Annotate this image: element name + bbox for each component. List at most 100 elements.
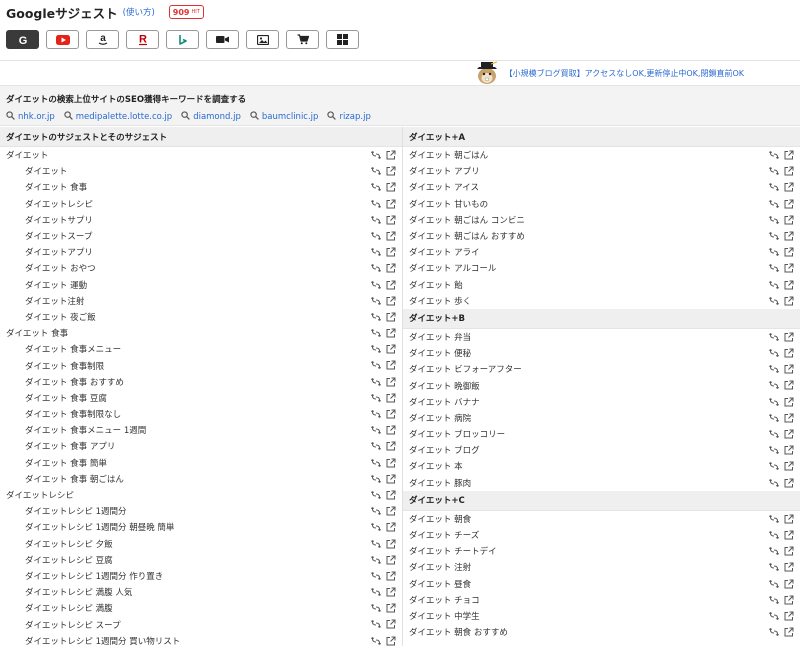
- suggest-keyword[interactable]: ダイエットレシピ 1週間分 買い物リスト: [25, 635, 180, 646]
- suggest-keyword[interactable]: ダイエット 歩く: [409, 295, 471, 307]
- swap-search-icon[interactable]: [371, 199, 381, 209]
- site-link[interactable]: baumclinic.jp: [250, 111, 318, 123]
- suggest-keyword[interactable]: ダイエット 食事メニュー: [25, 343, 121, 355]
- external-link-icon[interactable]: [386, 280, 396, 290]
- suggest-keyword[interactable]: ダイエットレシピ 豆腐: [25, 554, 113, 566]
- swap-search-icon[interactable]: [769, 461, 779, 471]
- suggest-group-row[interactable]: ダイエット アプリ: [403, 163, 800, 179]
- suggest-keyword[interactable]: ダイエット ビフォーアフター: [409, 363, 522, 375]
- suggest-keyword[interactable]: ダイエット チートデイ: [409, 545, 497, 557]
- swap-search-icon[interactable]: [371, 555, 381, 565]
- engine-apps-button[interactable]: [326, 30, 359, 49]
- external-link-icon[interactable]: [386, 166, 396, 176]
- suggest-keyword[interactable]: ダイエット注射: [25, 295, 84, 307]
- suggest-keyword[interactable]: ダイエット 昼食: [409, 578, 471, 590]
- suggest-group-row[interactable]: ダイエット 朝ごはん: [403, 147, 800, 163]
- suggest-row[interactable]: ダイエットレシピ 1週間分 買い物リスト: [0, 633, 402, 646]
- external-link-icon[interactable]: [784, 595, 794, 605]
- external-link-icon[interactable]: [784, 247, 794, 257]
- suggest-group-row[interactable]: ダイエット バナナ: [403, 394, 800, 410]
- external-link-icon[interactable]: [386, 247, 396, 257]
- external-link-icon[interactable]: [784, 579, 794, 589]
- swap-search-icon[interactable]: [769, 627, 779, 637]
- swap-search-icon[interactable]: [371, 474, 381, 484]
- external-link-icon[interactable]: [386, 182, 396, 192]
- suggest-group-row[interactable]: ダイエット 食事: [0, 325, 402, 341]
- suggest-group-row[interactable]: ダイエット チョコ: [403, 592, 800, 608]
- swap-search-icon[interactable]: [769, 296, 779, 306]
- suggest-row[interactable]: ダイエットレシピ 満腹: [0, 600, 402, 616]
- external-link-icon[interactable]: [386, 296, 396, 306]
- promo-banner[interactable]: 【小規模ブログ買取】アクセスなしOK,更新停止中OK,閉鎖直前OK: [0, 61, 800, 86]
- suggest-keyword[interactable]: ダイエット アイス: [409, 181, 479, 193]
- suggest-row[interactable]: ダイエット 食事 豆腐: [0, 390, 402, 406]
- site-link[interactable]: nhk.or.jp: [6, 111, 55, 123]
- suggest-row[interactable]: ダイエット 食事 おすすめ: [0, 374, 402, 390]
- suggest-keyword[interactable]: ダイエット 注射: [409, 561, 471, 573]
- suggest-keyword[interactable]: ダイエット 朝ごはん コンビニ: [409, 214, 525, 226]
- suggest-keyword[interactable]: ダイエット チョコ: [409, 594, 480, 606]
- suggest-keyword[interactable]: ダイエット 食事 朝ごはん: [25, 473, 124, 485]
- external-link-icon[interactable]: [784, 280, 794, 290]
- swap-search-icon[interactable]: [769, 247, 779, 257]
- suggest-group-row[interactable]: ダイエットレシピ: [0, 487, 402, 503]
- suggest-row[interactable]: ダイエット 食事: [0, 179, 402, 195]
- external-link-icon[interactable]: [386, 587, 396, 597]
- suggest-group-row[interactable]: ダイエット ブログ: [403, 442, 800, 458]
- engine-shopping-button[interactable]: [286, 30, 319, 49]
- suggest-keyword[interactable]: ダイエット 食事: [6, 327, 68, 339]
- suggest-keyword[interactable]: ダイエット アプリ: [409, 165, 480, 177]
- suggest-keyword[interactable]: ダイエット 甘いもの: [409, 198, 488, 210]
- external-link-icon[interactable]: [386, 393, 396, 403]
- suggest-keyword[interactable]: ダイエット 朝ごはん おすすめ: [409, 230, 525, 242]
- external-link-icon[interactable]: [784, 332, 794, 342]
- external-link-icon[interactable]: [386, 555, 396, 565]
- suggest-keyword[interactable]: ダイエットアプリ: [25, 246, 93, 258]
- external-link-icon[interactable]: [784, 348, 794, 358]
- swap-search-icon[interactable]: [769, 429, 779, 439]
- external-link-icon[interactable]: [784, 397, 794, 407]
- suggest-row[interactable]: ダイエット 運動: [0, 277, 402, 293]
- suggest-group-row[interactable]: ダイエット チートデイ: [403, 543, 800, 559]
- external-link-icon[interactable]: [784, 627, 794, 637]
- suggest-keyword[interactable]: ダイエットレシピ 夕飯: [25, 538, 113, 550]
- swap-search-icon[interactable]: [371, 636, 381, 646]
- external-link-icon[interactable]: [784, 215, 794, 225]
- external-link-icon[interactable]: [386, 150, 396, 160]
- suggest-keyword[interactable]: ダイエット 病院: [409, 412, 471, 424]
- suggest-keyword[interactable]: ダイエット 食事 豆腐: [25, 392, 107, 404]
- suggest-group-row[interactable]: ダイエット 本: [403, 458, 800, 474]
- swap-search-icon[interactable]: [371, 312, 381, 322]
- external-link-icon[interactable]: [386, 360, 396, 370]
- engine-amazon-button[interactable]: a: [86, 30, 119, 49]
- external-link-icon[interactable]: [386, 458, 396, 468]
- suggest-row[interactable]: ダイエットレシピ: [0, 196, 402, 212]
- swap-search-icon[interactable]: [371, 539, 381, 549]
- suggest-row[interactable]: ダイエットスープ: [0, 228, 402, 244]
- suggest-keyword[interactable]: ダイエットレシピ 満腹: [25, 602, 113, 614]
- suggest-keyword[interactable]: ダイエット 食事 簡単: [25, 457, 107, 469]
- external-link-icon[interactable]: [784, 429, 794, 439]
- suggest-row[interactable]: ダイエットレシピ 1週間分 朝昼晩 簡単: [0, 519, 402, 535]
- suggest-keyword[interactable]: ダイエット アライ: [409, 246, 480, 258]
- external-link-icon[interactable]: [386, 474, 396, 484]
- external-link-icon[interactable]: [784, 380, 794, 390]
- external-link-icon[interactable]: [784, 231, 794, 241]
- swap-search-icon[interactable]: [371, 587, 381, 597]
- suggest-group-row[interactable]: ダイエット 朝食 おすすめ: [403, 624, 800, 640]
- suggest-group-row[interactable]: ダイエット アライ: [403, 244, 800, 260]
- swap-search-icon[interactable]: [371, 425, 381, 435]
- suggest-keyword[interactable]: ダイエット 食事メニュー 1週間: [25, 424, 146, 436]
- swap-search-icon[interactable]: [371, 247, 381, 257]
- suggest-group-row[interactable]: ダイエット ビフォーアフター: [403, 361, 800, 377]
- suggest-group-row[interactable]: ダイエット 弁当: [403, 329, 800, 345]
- suggest-keyword[interactable]: ダイエット 朝ごはん: [409, 149, 488, 161]
- suggest-keyword[interactable]: ダイエット 朝食: [409, 513, 471, 525]
- suggest-keyword[interactable]: ダイエット 便秘: [409, 347, 471, 359]
- suggest-keyword[interactable]: ダイエット 中学生: [409, 610, 480, 622]
- swap-search-icon[interactable]: [769, 478, 779, 488]
- suggest-row[interactable]: ダイエットレシピ 豆腐: [0, 552, 402, 568]
- swap-search-icon[interactable]: [371, 393, 381, 403]
- swap-search-icon[interactable]: [769, 182, 779, 192]
- suggest-keyword[interactable]: ダイエット ブロッコリー: [409, 428, 505, 440]
